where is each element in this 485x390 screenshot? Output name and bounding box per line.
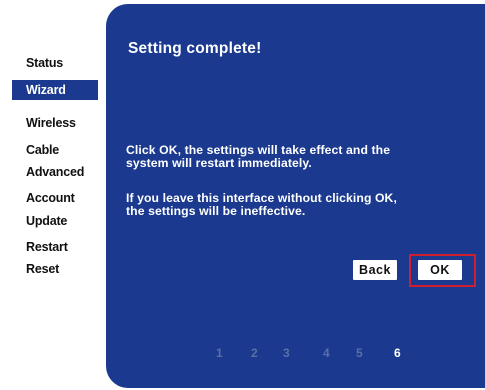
message-warning-line2: the settings will be ineffective. [126, 204, 306, 218]
sidebar-nav: Status Wizard Wireless Cable Advanced Ac… [0, 0, 118, 390]
step-5: 5 [356, 346, 363, 360]
ok-button[interactable]: OK [418, 260, 462, 280]
sidebar-item-reset[interactable]: Reset [26, 262, 59, 276]
message-restart-line2: system will restart immediately. [126, 156, 312, 170]
sidebar-item-status[interactable]: Status [26, 56, 63, 70]
back-button[interactable]: Back [353, 260, 397, 280]
page-title: Setting complete! [128, 40, 262, 57]
step-6-current: 6 [394, 346, 401, 360]
sidebar-item-cable[interactable]: Cable [26, 143, 59, 157]
router-setup-page: Status Wizard Wireless Cable Advanced Ac… [0, 0, 485, 390]
sidebar-item-wireless[interactable]: Wireless [26, 116, 76, 130]
wizard-panel: Setting complete! Click OK, the settings… [106, 4, 485, 388]
step-4: 4 [323, 346, 330, 360]
step-3: 3 [283, 346, 290, 360]
step-2: 2 [251, 346, 258, 360]
wizard-step-indicator: 1 2 3 4 5 6 [106, 346, 485, 362]
sidebar-item-account[interactable]: Account [26, 191, 75, 205]
sidebar-item-restart[interactable]: Restart [26, 240, 68, 254]
sidebar-item-advanced[interactable]: Advanced [26, 165, 84, 179]
step-1: 1 [216, 346, 223, 360]
sidebar-item-wizard[interactable]: Wizard [12, 80, 98, 100]
sidebar-item-update[interactable]: Update [26, 214, 67, 228]
